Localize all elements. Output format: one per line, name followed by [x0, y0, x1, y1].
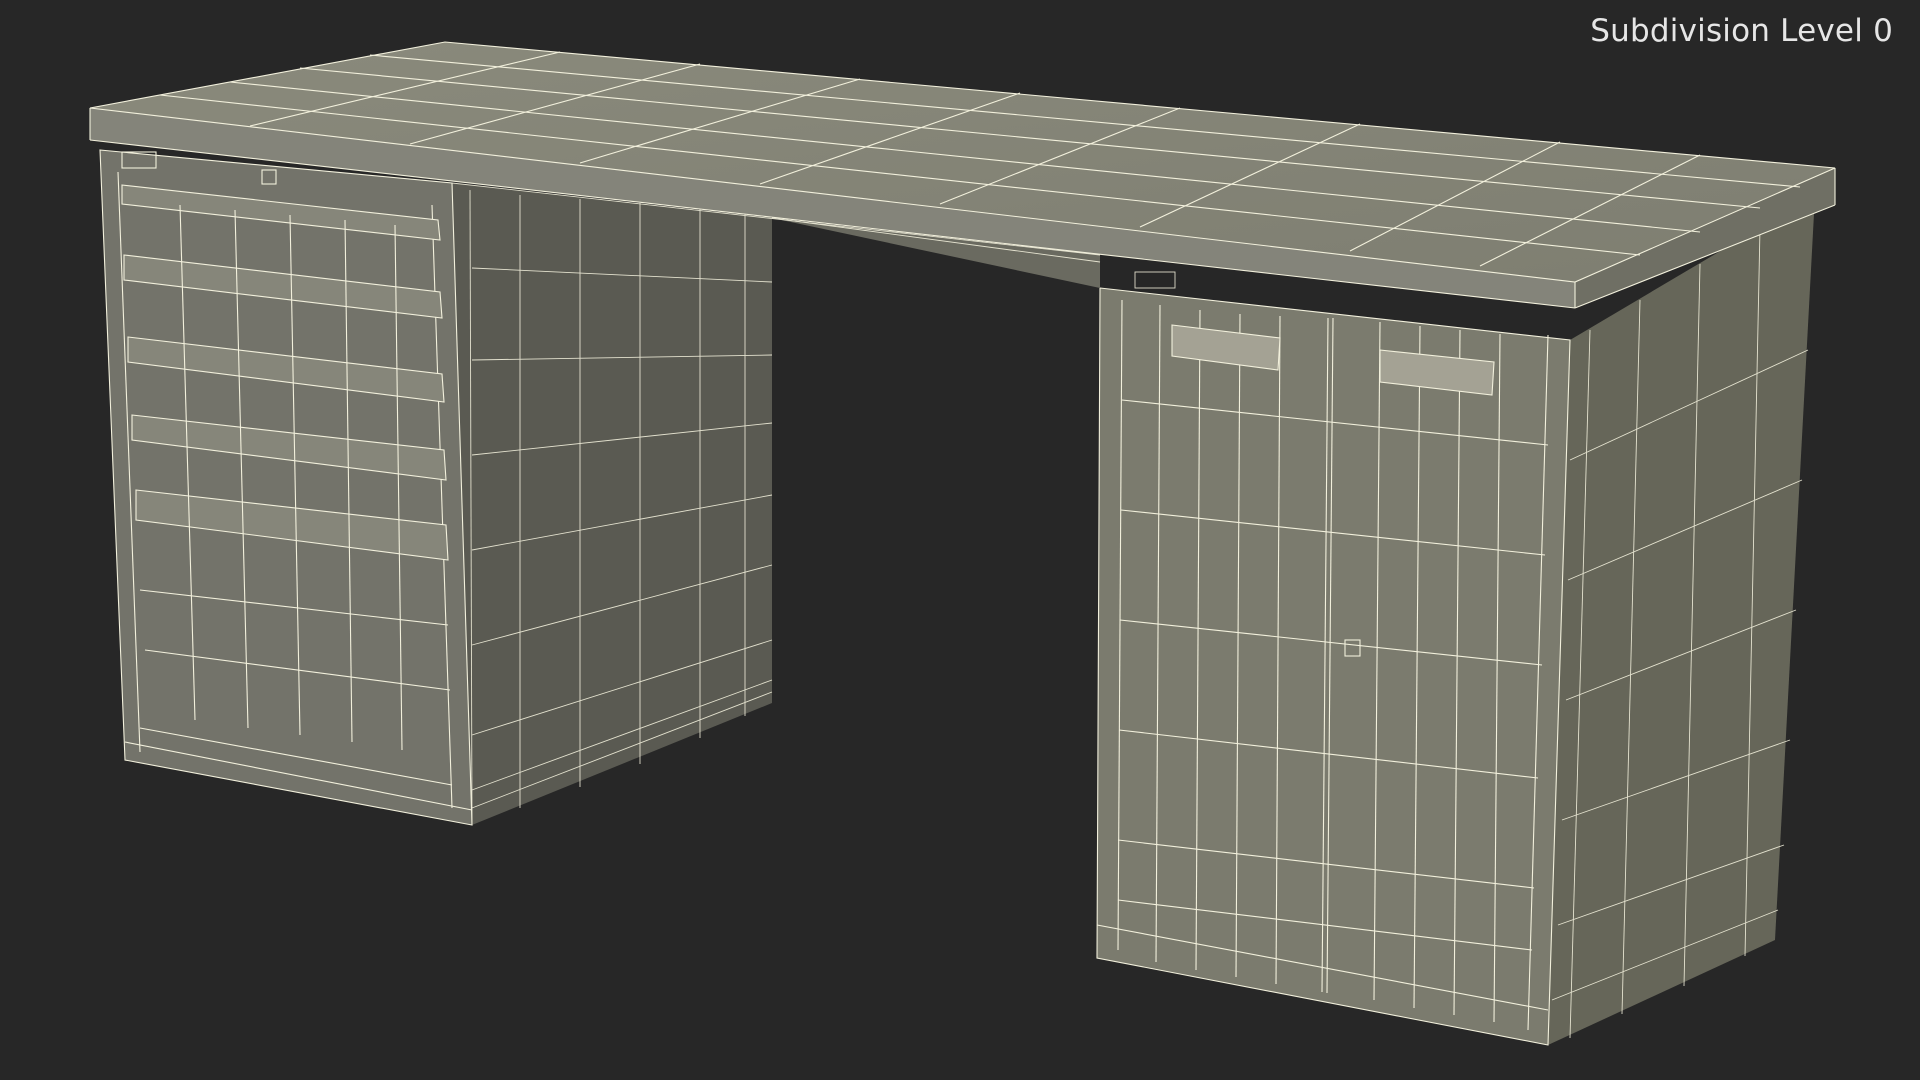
3d-viewport[interactable]: Subdivision Level 0 — [0, 0, 1920, 1080]
desk-wireframe-model — [89, 41, 1836, 1046]
left-pedestal-front — [99, 149, 473, 826]
right-cabinet-front — [1096, 287, 1571, 1046]
right-cabinet-side — [1548, 195, 1815, 1045]
left-pedestal-side — [450, 183, 773, 826]
